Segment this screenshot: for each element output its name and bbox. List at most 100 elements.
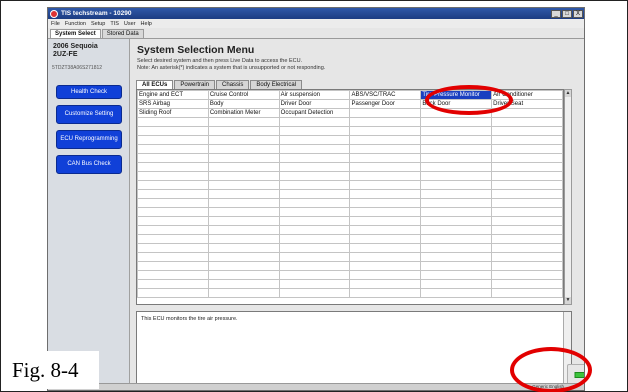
- empty-cell: [137, 279, 209, 289]
- empty-cell: [420, 225, 493, 235]
- empty-cell: [207, 153, 280, 163]
- empty-cell: [420, 144, 493, 154]
- empty-cell: [207, 189, 280, 199]
- empty-cell: [349, 261, 422, 271]
- menu-tis[interactable]: TIS: [110, 21, 119, 27]
- empty-cell: [278, 270, 351, 280]
- table-row: [137, 198, 563, 208]
- empty-cell: [491, 234, 563, 244]
- empty-cell: [137, 135, 209, 145]
- menu-file[interactable]: File: [51, 21, 60, 27]
- window-controls: _ □ X: [551, 9, 584, 18]
- empty-cell: [278, 216, 351, 226]
- close-button[interactable]: X: [573, 9, 583, 18]
- ecu-cell[interactable]: ABS/VSC/TRAC: [349, 90, 422, 100]
- customize-setting-button[interactable]: Customize Setting: [56, 105, 122, 124]
- empty-cell: [420, 279, 493, 289]
- empty-cell: [349, 171, 422, 181]
- empty-cell: [420, 171, 493, 181]
- empty-cell: [207, 234, 280, 244]
- health-check-button[interactable]: Health Check: [56, 85, 122, 99]
- empty-cell: [137, 144, 209, 154]
- empty-cell: [420, 117, 493, 127]
- table-row: [137, 234, 563, 244]
- menu-function[interactable]: Function: [65, 21, 86, 27]
- empty-cell: [420, 198, 493, 208]
- ecu-cell[interactable]: Cruise Control: [207, 90, 280, 100]
- table-row: [137, 252, 563, 262]
- empty-cell: [137, 252, 209, 262]
- empty-cell: [207, 216, 280, 226]
- ecu-cell[interactable]: Passenger Door: [349, 99, 422, 109]
- empty-cell: [278, 117, 351, 127]
- table-row: [137, 225, 563, 235]
- empty-cell: [491, 225, 563, 235]
- menu-help[interactable]: Help: [141, 21, 152, 27]
- empty-cell: [349, 270, 422, 280]
- ecu-cell[interactable]: Combination Meter: [207, 108, 280, 118]
- empty-cell: [137, 153, 209, 163]
- ecu-cell[interactable]: Driver Door: [278, 99, 351, 109]
- empty-cell: [278, 153, 351, 163]
- menu-setup[interactable]: Setup: [91, 21, 105, 27]
- empty-cell: [420, 216, 493, 226]
- tab-body-electrical[interactable]: Body Electrical: [250, 80, 303, 89]
- table-row: [137, 171, 563, 181]
- empty-cell: [491, 261, 563, 271]
- app-logo-icon: [50, 9, 58, 18]
- minimize-button[interactable]: _: [551, 9, 561, 18]
- empty-cell: [137, 117, 209, 127]
- empty-cell: [207, 171, 280, 181]
- ecu-grid-scrollbar[interactable]: ▲ ▼: [564, 89, 572, 305]
- empty-cell: [278, 126, 351, 136]
- empty-cell: [491, 288, 563, 298]
- top-tabs: System Select Stored Data: [48, 28, 584, 39]
- techstream-window: TIS techstream - 10290 _ □ X File Functi…: [47, 7, 585, 391]
- window-title: TIS techstream - 10290: [61, 10, 132, 17]
- empty-cell: [420, 180, 493, 190]
- table-row: [137, 207, 563, 217]
- highlight-circle-next: [510, 347, 592, 392]
- ecu-cell[interactable]: Occupant Detection: [278, 108, 351, 118]
- instructions: Select desired system and then press Liv…: [137, 58, 325, 72]
- ecu-cell[interactable]: Body: [207, 99, 280, 109]
- ecu-cell[interactable]: Engine and ECT: [137, 90, 209, 100]
- empty-cell: [207, 117, 280, 127]
- ecu-table: Engine and ECT Cruise Control Air suspensi…: [137, 90, 563, 298]
- ecu-cell[interactable]: Air suspension: [278, 90, 351, 100]
- can-bus-check-button[interactable]: CAN Bus Check: [56, 155, 122, 174]
- scroll-down-icon[interactable]: ▼: [565, 297, 571, 304]
- ecu-cell[interactable]: Sliding Roof: [137, 108, 209, 118]
- empty-cell: [278, 162, 351, 172]
- maximize-button[interactable]: □: [562, 9, 572, 18]
- tab-chassis[interactable]: Chassis: [216, 80, 250, 89]
- empty-cell: [491, 270, 563, 280]
- empty-cell: [137, 180, 209, 190]
- empty-cell: [491, 153, 563, 163]
- empty-cell: [420, 153, 493, 163]
- empty-cell: [207, 144, 280, 154]
- tab-stored-data[interactable]: Stored Data: [101, 29, 144, 38]
- empty-cell: [349, 243, 422, 253]
- ecu-cell[interactable]: SRS Airbag: [137, 99, 209, 109]
- tab-system-select[interactable]: System Select: [50, 29, 101, 38]
- empty-cell: [349, 189, 422, 199]
- empty-cell: [349, 108, 422, 118]
- menu-user[interactable]: User: [124, 21, 136, 27]
- scroll-up-icon[interactable]: ▲: [565, 90, 571, 97]
- empty-cell: [491, 279, 563, 289]
- tab-powertrain[interactable]: Powertrain: [174, 80, 216, 89]
- figure-label: Fig. 8-4: [7, 351, 99, 389]
- empty-cell: [137, 234, 209, 244]
- empty-cell: [278, 189, 351, 199]
- empty-cell: [491, 207, 563, 217]
- ecu-reprogramming-button[interactable]: ECU Reprogramming: [56, 130, 122, 149]
- empty-cell: [491, 171, 563, 181]
- ecu-grid: Engine and ECT Cruise Control Air suspensi…: [136, 89, 564, 305]
- page-title: System Selection Menu: [137, 44, 255, 56]
- tab-all-ecus[interactable]: All ECUs: [136, 80, 174, 89]
- empty-cell: [420, 189, 493, 199]
- empty-cell: [349, 144, 422, 154]
- table-row: [137, 270, 563, 280]
- empty-cell: [420, 243, 493, 253]
